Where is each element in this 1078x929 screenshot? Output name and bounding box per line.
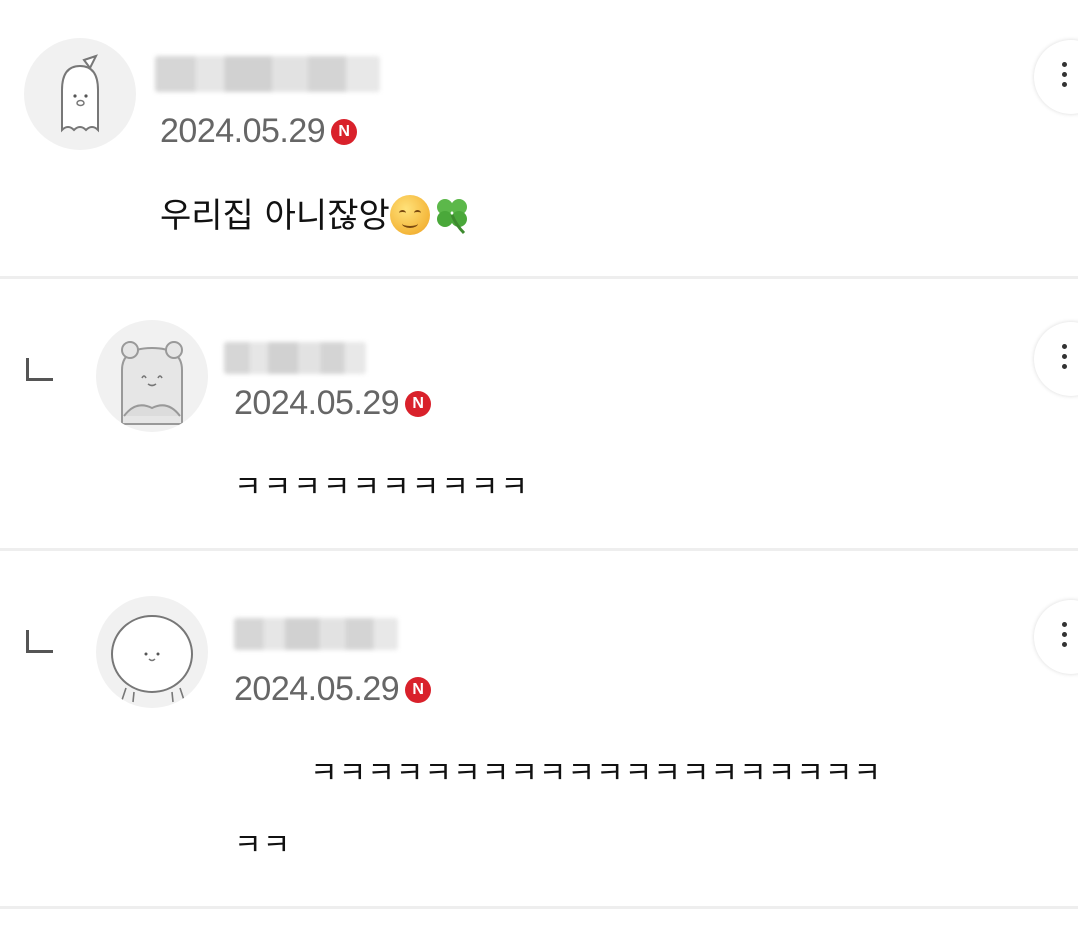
comment-meta: 2024.05.29 N bbox=[234, 670, 432, 709]
comment-meta: 2024.05.29 N bbox=[160, 112, 358, 151]
new-badge: N bbox=[405, 676, 432, 703]
four-leaf-clover-icon bbox=[436, 199, 467, 235]
reply-item: 2024.05.29 N ㅋㅋㅋㅋㅋㅋㅋㅋㅋㅋㅋㅋㅋㅋㅋㅋㅋㅋㅋㅋ ㅋㅋ bbox=[0, 552, 1078, 912]
username-blurred[interactable] bbox=[224, 342, 366, 374]
comment-text: ㅋㅋㅋㅋㅋㅋㅋㅋㅋㅋ bbox=[234, 470, 530, 505]
comment-item: 2024.05.29 N 우리집 아니잖앙 bbox=[0, 0, 1078, 280]
username-blurred[interactable] bbox=[234, 618, 398, 650]
new-badge: N bbox=[331, 118, 358, 145]
more-options-button[interactable] bbox=[1034, 322, 1078, 396]
avatar[interactable] bbox=[24, 38, 136, 150]
ghost-avatar-icon bbox=[61, 54, 99, 133]
blob-avatar-icon bbox=[111, 615, 193, 703]
comment-date: 2024.05.29 bbox=[234, 384, 400, 422]
more-vertical-icon bbox=[1062, 622, 1068, 647]
avatar[interactable] bbox=[96, 320, 208, 432]
reply-indicator-icon bbox=[26, 358, 53, 381]
comment-meta: 2024.05.29 N bbox=[234, 384, 432, 423]
comment-date: 2024.05.29 bbox=[234, 670, 400, 708]
more-options-button[interactable] bbox=[1034, 600, 1078, 674]
more-vertical-icon bbox=[1062, 344, 1068, 369]
avatar[interactable] bbox=[96, 596, 208, 708]
reply-indicator-icon bbox=[26, 630, 53, 653]
more-vertical-icon bbox=[1062, 62, 1068, 87]
divider bbox=[0, 276, 1078, 279]
comment-text-body: 우리집 아니잖앙 bbox=[160, 196, 390, 236]
hamster-avatar-icon bbox=[121, 341, 183, 425]
new-badge: N bbox=[405, 390, 432, 417]
comment-text: 우리집 아니잖앙 bbox=[160, 188, 474, 237]
divider bbox=[0, 548, 1078, 551]
more-options-button[interactable] bbox=[1034, 40, 1078, 114]
username-blurred[interactable] bbox=[155, 56, 380, 92]
smiling-face-icon bbox=[389, 195, 430, 235]
comment-text-line-2: ㅋㅋ bbox=[234, 828, 292, 863]
comment-text-line-1: ㅋㅋㅋㅋㅋㅋㅋㅋㅋㅋㅋㅋㅋㅋㅋㅋㅋㅋㅋㅋ bbox=[310, 756, 882, 791]
divider bbox=[0, 906, 1078, 909]
comment-date: 2024.05.29 bbox=[160, 112, 326, 150]
reply-item: 2024.05.29 N ㅋㅋㅋㅋㅋㅋㅋㅋㅋㅋ bbox=[0, 280, 1078, 552]
